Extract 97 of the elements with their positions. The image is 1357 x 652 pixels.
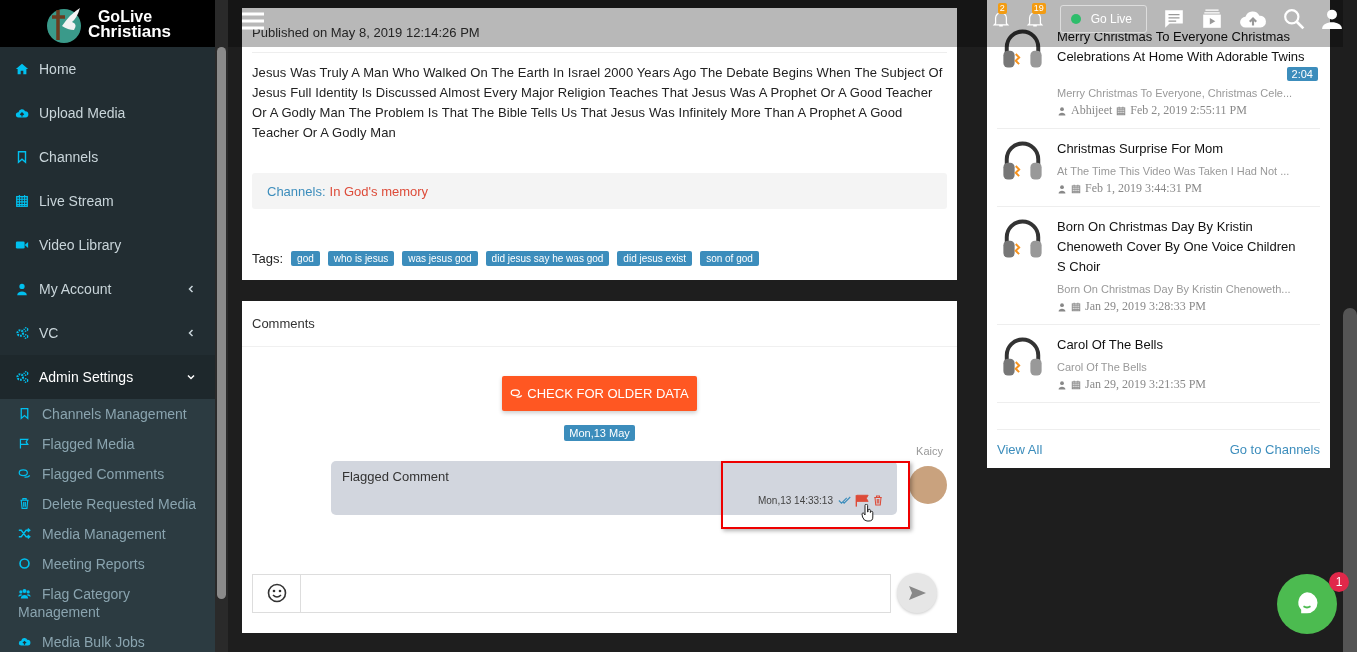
notification-badge: 19 — [1031, 3, 1046, 14]
tag[interactable]: son of god — [700, 251, 759, 266]
flag-icon[interactable] — [855, 494, 869, 507]
sidebar-item[interactable]: VC — [0, 311, 215, 355]
user-icon — [1057, 183, 1067, 194]
calendar-icon — [1071, 301, 1081, 312]
sidebar-item[interactable]: Admin Settings — [0, 355, 215, 399]
bookmark-icon — [15, 150, 29, 164]
comment-text: Flagged Comment — [342, 469, 449, 484]
status-dot-icon — [1070, 14, 1081, 24]
comment-input[interactable] — [301, 573, 891, 613]
cloud-upload-icon — [18, 635, 31, 648]
avatar-placeholder — [909, 466, 947, 504]
calendar-icon — [1071, 379, 1081, 390]
user-icon[interactable] — [1321, 8, 1343, 30]
sidebar-item[interactable]: Live Stream — [0, 179, 215, 223]
hand-cursor-icon — [861, 504, 875, 522]
tag[interactable]: god — [291, 251, 320, 266]
sidebar-item[interactable]: Channels — [0, 135, 215, 179]
submenu-item[interactable]: Media Bulk Jobs — [0, 627, 215, 652]
video-title: Born On Christmas Day By Kristin Chenoweth Cover By One Voice Children S Choir — [1057, 218, 1297, 276]
submenu-item[interactable]: Flagged Media — [0, 429, 215, 459]
bookmark-icon — [18, 407, 31, 420]
go-to-channels-link[interactable]: Go to Channels — [1229, 441, 1320, 457]
video-description: Born On Christmas Day By Kristin Chenoweth... — [1057, 282, 1292, 297]
published-date: Published on May 8, 2019 12:14:26 PM — [252, 24, 480, 40]
emoji-button[interactable] — [252, 573, 301, 613]
view-all-link[interactable]: View All — [997, 441, 1043, 457]
duration-badge: 2:04 — [1286, 67, 1318, 81]
comments-icon — [18, 467, 31, 480]
chevron-left-icon — [186, 328, 196, 338]
flag-icon — [18, 437, 31, 450]
comment-time: Mon,13 14:33:13 — [757, 495, 833, 506]
user-icon — [1057, 301, 1067, 312]
video-author: Abhijeet — [1071, 103, 1113, 118]
video-description: Merry Christmas To Everyone, Christmas Cele... — [1057, 86, 1294, 101]
channel-link[interactable]: In God's memory — [329, 183, 429, 199]
trash-icon — [18, 497, 31, 510]
search-icon[interactable] — [1283, 8, 1305, 30]
tag[interactable]: did jesus say he was god — [485, 251, 610, 266]
user-icon — [1057, 105, 1067, 116]
video-date: Feb 1, 2019 3:44:31 PM — [1085, 181, 1202, 196]
menu-icon[interactable] — [242, 12, 264, 30]
video-item[interactable]: Christmas Surprise For Mom At The Time This Video Was Taken I Had Not ... Feb 1, 2019 3:44:31 PM — [997, 129, 1320, 207]
shuffle-icon — [18, 527, 31, 540]
video-description: At The Time This Video Was Taken I Had Not ... — [1057, 164, 1291, 179]
check-older-data-button[interactable]: CHECK FOR OLDER DATA — [502, 376, 697, 411]
users-icon — [18, 587, 31, 600]
calendar-icon — [1116, 105, 1127, 116]
home-icon — [15, 62, 29, 76]
comment-author: Kaicy — [916, 445, 943, 457]
video-description: Carol Of The Bells — [1057, 360, 1148, 375]
channels-label: Channels: — [267, 183, 326, 199]
video-title: Carol Of The Bells — [1057, 336, 1164, 354]
submenu-item[interactable]: Delete Requested Media — [0, 489, 215, 519]
submenu-item[interactable]: Channels Management — [0, 399, 215, 429]
comments-icon — [510, 387, 524, 400]
user-icon — [1057, 379, 1067, 390]
video-item[interactable]: Born On Christmas Day By Kristin Chenoweth Cover By One Voice Children S Choir Born On Christmas Day By Kristin Chenoweth... Jan 29, 2019 3:28:33 PM — [997, 207, 1320, 325]
video-list-icon[interactable] — [1201, 8, 1223, 30]
tag[interactable]: was jesus god — [402, 251, 478, 266]
sidebar-item[interactable]: Upload Media — [0, 91, 215, 135]
comments-title: Comments — [252, 316, 315, 331]
video-date: Jan 29, 2019 3:21:35 PM — [1085, 377, 1206, 392]
smiley-icon — [266, 583, 287, 603]
chat-widget-button[interactable] — [1277, 574, 1337, 634]
video-date: Jan 29, 2019 3:28:33 PM — [1085, 299, 1206, 314]
post-description: Jesus Was Truly A Man Who Walked On The Earth In Israel 2000 Years Ago The Debate Begins When The Subject Of Jesus Full Identity Is Discussed Almost Every Major Religion Teaches That Jesus Was A Prophet Or A Good Teacher Or A Godly Man The Problem Is That The Bible Tells Us That Jesus Was Infinitely More Than A Prophet A Good Teacher Or A Godly Man — [252, 64, 944, 142]
video-date: Feb 2, 2019 2:55:11 PM — [1130, 103, 1247, 118]
chevron-down-icon — [186, 372, 196, 382]
cloud-upload-icon[interactable] — [1239, 9, 1267, 29]
trash-icon[interactable] — [872, 494, 884, 507]
submenu-item[interactable]: Media Management — [0, 519, 215, 549]
video-title: Christmas Surprise For Mom — [1057, 140, 1225, 158]
chevron-left-icon — [186, 284, 196, 294]
user-icon — [15, 282, 29, 296]
circle-icon — [18, 557, 31, 570]
logo-text: Christians — [87, 23, 172, 39]
calendar-icon — [1071, 183, 1081, 194]
submenu-item[interactable]: Flag Category Management — [0, 579, 215, 627]
logo-text: GoLive — [96, 8, 154, 24]
sidebar-item[interactable]: My Account — [0, 267, 215, 311]
send-icon — [907, 583, 927, 603]
calendar-icon — [15, 194, 29, 208]
sidebar-item[interactable]: Video Library — [0, 223, 215, 267]
send-button[interactable] — [897, 573, 937, 613]
tag[interactable]: who is jesus — [327, 251, 395, 266]
submenu-item[interactable]: Meeting Reports — [0, 549, 215, 579]
tag[interactable]: did jesus exist — [617, 251, 693, 266]
scrollbar[interactable] — [215, 0, 228, 652]
date-badge: Mon,13 May — [564, 425, 635, 441]
notification-badge: 1 — [1329, 572, 1349, 592]
cloud-upload-icon — [15, 106, 29, 120]
sidebar-item[interactable]: Home — [0, 47, 215, 91]
video-item[interactable]: Carol Of The Bells Carol Of The Bells Jan 29, 2019 3:21:35 PM — [997, 325, 1320, 403]
submenu-item[interactable]: Flagged Comments — [0, 459, 215, 489]
tags-label: Tags: — [252, 251, 284, 266]
